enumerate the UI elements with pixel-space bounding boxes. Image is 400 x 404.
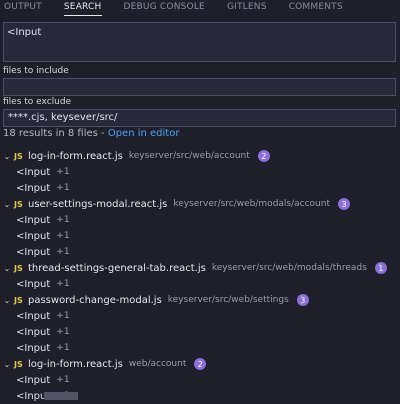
exclude-field[interactable]: ****.cjs, keysever/src/ — [3, 109, 396, 127]
tab-comments[interactable]: COMMENTS — [289, 0, 343, 15]
match-line-count: +1 — [56, 167, 70, 177]
match-line-count: +1 — [56, 247, 70, 257]
exclude-label: files to exclude — [3, 97, 72, 107]
match-text: <Input — [16, 246, 51, 258]
match-count-badge: 1 — [374, 262, 387, 274]
result-match-row[interactable]: <Input +1 — [0, 308, 400, 324]
match-text: <Input — [16, 278, 51, 290]
result-match-row[interactable]: <Input +1 — [0, 276, 400, 292]
match-text: <Input — [16, 214, 51, 226]
result-match-row[interactable]: <Input +1 — [0, 244, 400, 260]
result-file-name: log-in-form.react.js — [28, 150, 123, 162]
match-line-count: +1 — [56, 183, 70, 193]
chevron-down-icon[interactable]: ⌄ — [2, 200, 12, 209]
result-file-name: user-settings-modal.react.js — [28, 198, 168, 210]
chevron-down-icon[interactable]: ⌄ — [2, 264, 12, 273]
summary-text: 18 results in 8 files - — [3, 128, 108, 139]
match-count-badge: 3 — [338, 198, 350, 210]
match-line-count: +1 — [56, 327, 70, 337]
match-count-badge: 2 — [194, 358, 207, 370]
match-text: <Input — [16, 166, 51, 178]
result-match-row[interactable]: <Input +1 — [0, 372, 400, 388]
result-file-row[interactable]: ⌄ JS log-in-form.react.js web/account 2 — [0, 356, 400, 372]
js-file-icon: JS — [14, 295, 23, 305]
result-file-row[interactable]: ⌄ JS password-change-modal.js keyserver/src… — [0, 292, 400, 308]
result-match-row[interactable]: <Input +1 — [0, 340, 400, 356]
match-text: <Input — [16, 374, 51, 386]
tab-gitlens[interactable]: GITLENS — [227, 0, 267, 15]
match-line-count: +1 — [56, 311, 70, 321]
js-file-icon: JS — [14, 151, 23, 161]
result-file-path: keyserver/src/web/account — [128, 151, 250, 161]
result-match-row[interactable]: <Input +1 — [0, 212, 400, 228]
search-input[interactable]: <Input — [3, 22, 396, 62]
open-in-editor-link[interactable]: Open in editor — [108, 128, 180, 139]
match-text: <Input — [16, 182, 51, 194]
results-tree: ⌄ JS log-in-form.react.js keyserver/src/web… — [0, 148, 400, 404]
match-count-badge: 2 — [257, 150, 270, 162]
tab-output[interactable]: OUTPUT — [4, 0, 42, 15]
chevron-down-icon[interactable]: ⌄ — [2, 360, 12, 369]
results-summary: 18 results in 8 files - Open in editor — [3, 128, 179, 139]
match-line-count: +1 — [56, 343, 70, 353]
panel-tabs: OUTPUT SEARCH DEBUG CONSOLE GITLENS COMM… — [0, 0, 400, 16]
result-match-row[interactable]: <Input +1 — [0, 228, 400, 244]
match-text: <Input — [16, 342, 51, 354]
include-field[interactable] — [3, 78, 396, 96]
match-line-count: +1 — [56, 279, 70, 289]
result-file-path: keyserver/src/web/settings — [167, 295, 289, 305]
result-file-path: web/account — [128, 359, 187, 369]
js-file-icon: JS — [14, 199, 23, 209]
match-text: <Input — [16, 230, 51, 242]
match-text: <Input — [16, 310, 51, 322]
result-file-row[interactable]: ⌄ JS log-in-form.react.js keyserver/src/web… — [0, 148, 400, 164]
result-file-path: keyserver/src/web/modals/account — [173, 199, 330, 209]
js-file-icon: JS — [14, 263, 23, 273]
js-file-icon: JS — [14, 359, 23, 369]
match-line-count: +1 — [56, 231, 70, 241]
match-text: <Input — [16, 326, 51, 338]
include-label: files to include — [3, 66, 69, 76]
result-match-row[interactable]: <Input +1 — [0, 324, 400, 340]
result-match-row[interactable]: <Input +1 — [0, 180, 400, 196]
result-match-row[interactable]: <Input +1 — [0, 164, 400, 180]
tab-debug-console[interactable]: DEBUG CONSOLE — [124, 0, 205, 15]
match-line-count: +1 — [56, 215, 70, 225]
result-file-path: keyserver/src/web/modals/threads — [211, 263, 367, 273]
match-line-count: +1 — [56, 375, 70, 385]
hover-tooltip — [44, 392, 78, 400]
result-file-name: thread-settings-general-tab.react.js — [28, 262, 206, 274]
result-file-name: log-in-form.react.js — [28, 358, 123, 370]
result-file-name: password-change-modal.js — [28, 294, 162, 306]
tab-search[interactable]: SEARCH — [63, 0, 102, 16]
chevron-down-icon[interactable]: ⌄ — [2, 152, 12, 161]
match-count-badge: 3 — [296, 294, 309, 306]
result-file-row[interactable]: ⌄ JS thread-settings-general-tab.react.js k… — [0, 260, 400, 276]
chevron-down-icon[interactable]: ⌄ — [2, 296, 12, 305]
result-file-row[interactable]: ⌄ JS user-settings-modal.react.js keyserver… — [0, 196, 400, 212]
